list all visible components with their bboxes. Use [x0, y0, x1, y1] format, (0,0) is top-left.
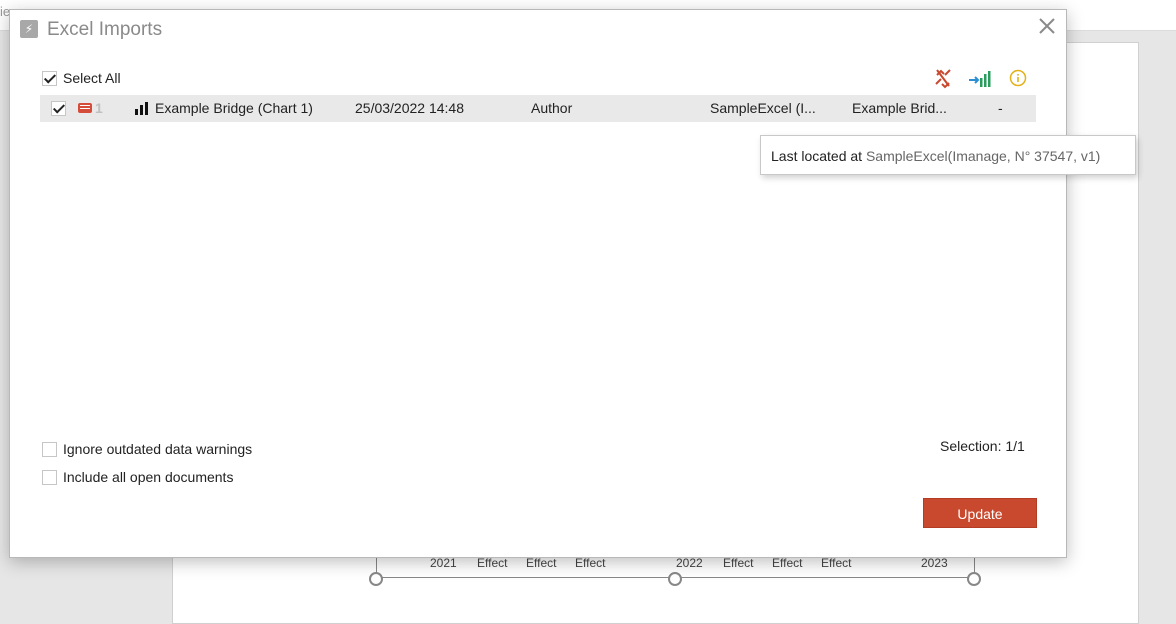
slide-icon — [78, 103, 92, 113]
app-logo-icon: ⚡ — [20, 20, 38, 38]
include-open-docs-checkbox[interactable]: Include all open documents — [42, 469, 233, 485]
include-open-docs-label: Include all open documents — [63, 469, 234, 485]
timeline-label: Effect — [723, 556, 754, 570]
timeline-label: Effect — [821, 556, 852, 570]
row-extra: - — [998, 100, 1003, 116]
timeline-label: 2023 — [921, 556, 948, 570]
ignore-outdated-checkbox[interactable]: Ignore outdated data warnings — [42, 441, 252, 457]
update-button[interactable]: Update — [923, 498, 1037, 528]
dialog-title: Excel Imports — [47, 19, 163, 40]
row-sheet: Example Brid... — [852, 100, 947, 116]
slide-number: 1 — [95, 100, 103, 116]
excel-imports-dialog: ⚡ Excel Imports Select All 1 Example Bri… — [9, 9, 1136, 558]
timeline-label: Effect — [575, 556, 606, 570]
select-all-checkbox[interactable]: Select All — [42, 70, 121, 86]
location-tooltip: Last located at SampleExcel(Imanage, N° … — [760, 135, 1136, 175]
checkbox[interactable] — [42, 441, 57, 457]
timeline-node — [668, 572, 682, 586]
timeline-node — [967, 572, 981, 586]
tooltip-location: SampleExcel(Imanage, N° 37547, v1) — [865, 148, 1101, 164]
tooltip-prefix: Last located at — [771, 148, 866, 164]
close-button[interactable] — [1035, 15, 1059, 39]
broken-link-icon[interactable] — [932, 69, 954, 89]
update-data-icon[interactable] — [968, 69, 991, 89]
ignore-outdated-label: Ignore outdated data warnings — [63, 441, 253, 457]
selection-count: Selection: 1/1 — [940, 438, 1025, 454]
checkbox[interactable] — [42, 469, 57, 485]
row-author: Author — [531, 100, 573, 116]
table-row[interactable]: 1 Example Bridge (Chart 1) 25/03/2022 14… — [40, 95, 1036, 122]
row-source: SampleExcel (I... — [710, 100, 816, 116]
row-date: 25/03/2022 14:48 — [355, 100, 464, 116]
timeline-node — [369, 572, 383, 586]
checkbox[interactable] — [42, 70, 57, 86]
timeline-label: Effect — [526, 556, 557, 570]
bar-chart-icon — [135, 102, 148, 115]
timeline-label: Effect — [477, 556, 508, 570]
row-checkbox[interactable] — [51, 101, 66, 116]
timeline-label: Effect — [772, 556, 803, 570]
info-icon[interactable] — [1008, 69, 1030, 89]
row-name: Example Bridge (Chart 1) — [155, 100, 313, 116]
timeline-label: 2022 — [676, 556, 703, 570]
close-icon — [1039, 18, 1055, 34]
select-all-label: Select All — [63, 70, 121, 86]
timeline-label: 2021 — [430, 556, 457, 570]
